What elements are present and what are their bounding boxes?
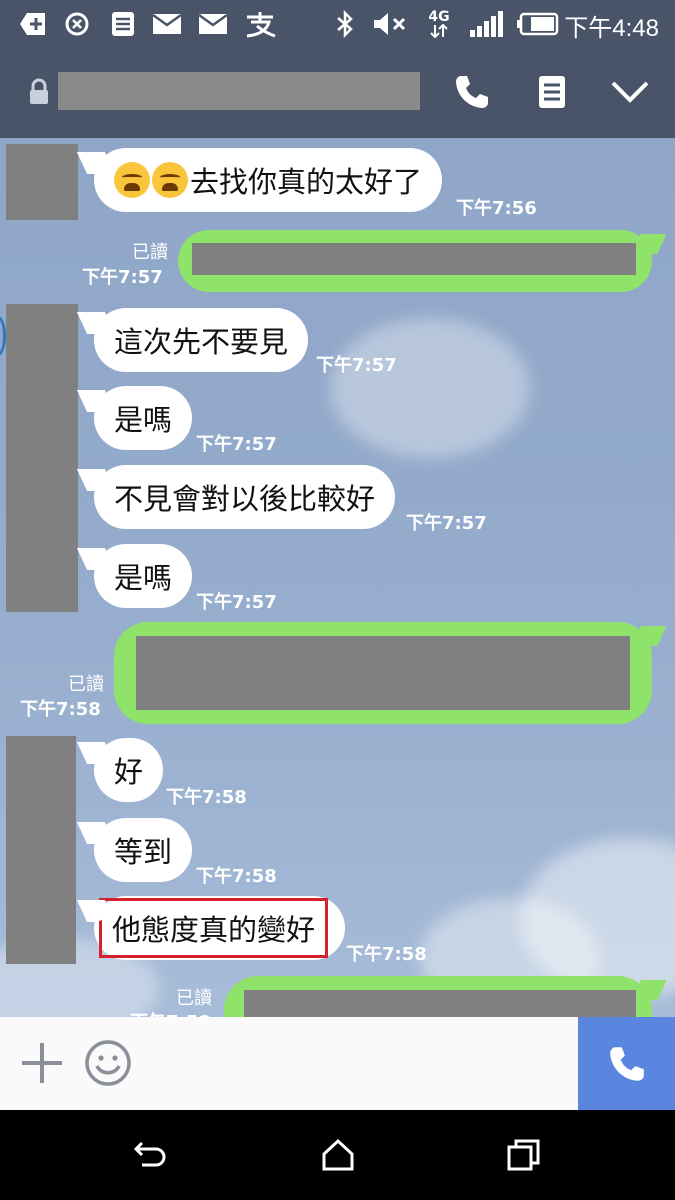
message-time: 下午7:57: [82, 267, 163, 288]
notes-button[interactable]: [530, 70, 574, 114]
plus-icon: [22, 1043, 62, 1083]
status-time: 下午4:48: [564, 15, 659, 42]
message-time: 下午7:58: [20, 699, 101, 720]
recents-button[interactable]: [502, 1135, 546, 1175]
read-receipt: 已讀: [132, 242, 168, 263]
crying-face-icon: [114, 162, 150, 198]
home-button[interactable]: [316, 1135, 360, 1175]
message-text: 去找你真的太好了: [190, 165, 423, 199]
chat-messages[interactable]: 去找你真的太好了 下午7:56 已讀 下午7:57 這次先不要見 下午7:57 …: [0, 138, 675, 1017]
lock-icon: [28, 78, 50, 106]
sent-message-bubble[interactable]: [114, 622, 652, 724]
chat-header: [0, 48, 675, 138]
message-time: 下午7:57: [196, 592, 277, 613]
message-time: 下午7:58: [130, 1008, 211, 1017]
attach-button[interactable]: [18, 1039, 66, 1087]
mute-icon: [370, 10, 410, 38]
alipay-icon: [242, 10, 278, 38]
bluetooth-icon: [330, 10, 360, 38]
redacted-content: [192, 243, 636, 275]
network-type-label: 4G: [428, 9, 450, 25]
sticker-button[interactable]: [84, 1039, 132, 1087]
message-time: 下午7:56: [456, 198, 537, 219]
redacted-content: [136, 636, 630, 710]
message-time: 下午7:58: [196, 866, 277, 887]
voice-call-button[interactable]: [578, 1017, 675, 1110]
sent-message-bubble[interactable]: [178, 230, 652, 292]
smiley-icon: [85, 1040, 131, 1086]
status-bar: 4G 下午4:48: [0, 0, 675, 48]
message-bubble[interactable]: 等到: [94, 818, 193, 882]
avatar[interactable]: [6, 304, 78, 612]
message-bubble[interactable]: 是嗎: [94, 544, 193, 608]
chat-title-redacted: [58, 72, 420, 110]
sync-icon: [62, 10, 92, 38]
chevron-down-icon: [611, 81, 649, 103]
message-text: 是嗎: [114, 561, 173, 595]
network-type: 4G: [424, 10, 454, 38]
avatar[interactable]: [6, 736, 76, 964]
avatar[interactable]: [6, 144, 78, 220]
home-icon: [322, 1138, 354, 1171]
message-text: 不見會對以後比較好: [114, 482, 376, 516]
message-input-bar: [0, 1017, 675, 1110]
read-receipt: 已讀: [68, 674, 104, 695]
phone-icon: [456, 76, 488, 108]
sent-message-bubble[interactable]: [224, 976, 652, 1017]
mail-icon: [198, 10, 228, 38]
back-button[interactable]: [128, 1135, 172, 1175]
message-text: 等到: [114, 835, 173, 869]
redacted-content: [244, 990, 636, 1017]
signal-icon: [466, 10, 506, 38]
call-button[interactable]: [450, 70, 494, 114]
crying-face-icon: [152, 162, 188, 198]
back-icon: [133, 1141, 166, 1167]
battery-icon: [516, 10, 560, 38]
message-bubble[interactable]: 他態度真的變好: [94, 896, 346, 960]
plus-badge-icon: [18, 10, 48, 38]
phone-icon: [609, 1046, 644, 1081]
message-bubble[interactable]: 是嗎: [94, 386, 193, 450]
message-bubble[interactable]: 好: [94, 738, 164, 802]
message-bubble[interactable]: 去找你真的太好了: [94, 148, 443, 212]
message-bubble[interactable]: 這次先不要見: [94, 308, 309, 372]
note-icon: [108, 10, 138, 38]
recents-icon: [507, 1139, 540, 1171]
message-time: 下午7:57: [316, 355, 397, 376]
message-bubble[interactable]: 不見會對以後比較好: [94, 465, 396, 529]
mail-icon: [152, 10, 182, 38]
message-text: 是嗎: [114, 403, 173, 437]
message-time: 下午7:57: [406, 513, 487, 534]
message-text: 這次先不要見: [114, 325, 289, 359]
message-time: 下午7:58: [346, 944, 427, 965]
message-text: 好: [114, 755, 144, 789]
system-nav-bar: [0, 1110, 675, 1200]
menu-toggle-button[interactable]: [608, 70, 652, 114]
read-receipt: 已讀: [176, 988, 212, 1009]
message-time: 下午7:57: [196, 434, 277, 455]
highlighted-message-text: 他態度真的變好: [98, 898, 329, 958]
notes-icon: [539, 76, 565, 108]
message-time: 下午7:58: [166, 787, 247, 808]
